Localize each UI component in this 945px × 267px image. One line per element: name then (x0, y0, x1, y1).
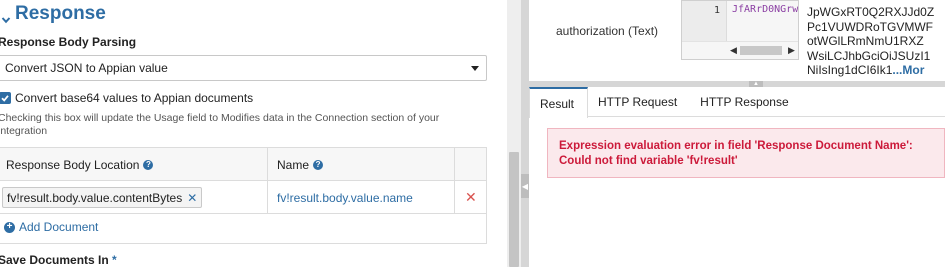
scrollbar-thumb[interactable] (509, 152, 519, 267)
tab-http-request[interactable]: HTTP Request (588, 87, 690, 117)
token-line-last: NiIsIng1dCI6Ik1...Mor (807, 63, 941, 78)
test-inputs: authorization (Text) 1 JfARrD0NGrwA ◀ ▶ … (529, 0, 945, 81)
token-line: otWGlLRmNmU1RXZ (807, 34, 924, 49)
result-tabs: Result HTTP Request HTTP Response (529, 87, 945, 118)
help-icon[interactable]: ? (313, 159, 324, 170)
table-row: fv!result.body.value.contentBytes ✕ fv!r… (0, 181, 486, 214)
param-label: authorization (Text) (556, 24, 659, 38)
token-value: JpWGxRT0Q2RXJJd0Z Pc1VUWDRoTGVMWF otWGlL… (807, 5, 941, 78)
caret-down-icon (471, 66, 479, 71)
expression-editor[interactable]: 1 JfARrD0NGrwA ◀ ▶ (681, 0, 799, 60)
column-header-location: Response Body Location ? (6, 148, 154, 181)
vertical-splitter[interactable]: ◀ (521, 0, 529, 267)
base64-checkbox-label: Convert base64 values to Appian document… (15, 91, 254, 105)
delete-row-icon[interactable]: ✕ (465, 181, 477, 214)
location-token-label: fv!result.body.value.contentBytes (7, 190, 183, 205)
location-token[interactable]: fv!result.body.value.contentBytes ✕ (2, 187, 203, 208)
scroll-right-icon[interactable]: ▶ (788, 45, 795, 56)
token-line: Pc1VUWDRoTGVMWF (807, 19, 933, 34)
base64-checkbox-row[interactable]: Convert base64 values to Appian document… (0, 91, 253, 105)
remove-token-icon[interactable]: ✕ (187, 191, 197, 205)
column-header-name-label: Name (277, 157, 310, 172)
collapse-left-icon[interactable]: ◀ (521, 174, 529, 198)
response-documents-grid: Response Body Location ? Name ? fv!resul… (0, 147, 487, 244)
plus-circle-icon: + (4, 221, 15, 233)
parsing-dropdown-value: Convert JSON to Appian value (5, 61, 168, 75)
base64-checkbox[interactable] (0, 92, 11, 104)
checkbox-help-text: Checking this box will update the Usage … (0, 112, 440, 137)
section-header-response[interactable]: Response (0, 2, 106, 26)
token-line: WsiLCJhbGciOiJSUzI1 (807, 48, 931, 63)
add-document-label: Add Document (19, 220, 99, 234)
section-title: Response (15, 3, 106, 24)
grid-header: Response Body Location ? Name ? (0, 148, 486, 181)
checkmark-icon (1, 95, 9, 102)
line-number: 1 (713, 5, 720, 16)
test-panel: authorization (Text) 1 JfARrD0NGrwA ◀ ▶ … (529, 0, 945, 267)
scrollbar-thumb[interactable] (740, 46, 782, 55)
parsing-dropdown[interactable]: Convert JSON to Appian value (0, 55, 487, 81)
column-header-name: Name ? (277, 148, 324, 181)
response-panel: Response Response Body Parsing Convert J… (0, 0, 507, 267)
token-line: NiIsIng1dCI6Ik1 (807, 63, 893, 78)
document-name-link[interactable]: fv!result.body.value.name (277, 181, 413, 214)
parsing-label: Response Body Parsing (0, 35, 137, 49)
chevron-down-icon[interactable] (1, 9, 11, 24)
required-asterisk: * (112, 253, 117, 267)
left-panel-scrollbar[interactable] (507, 0, 521, 267)
help-icon[interactable]: ? (143, 159, 154, 170)
save-documents-label: Save Documents In * (0, 253, 117, 267)
tab-result[interactable]: Result (529, 87, 589, 118)
show-more-link[interactable]: ...Mor (892, 63, 924, 77)
code-text[interactable]: JfARrD0NGrwA (732, 4, 798, 15)
save-documents-text: Save Documents In (0, 253, 109, 267)
error-message-box: Expression evaluation error in field 'Re… (547, 128, 945, 178)
error-message: Expression evaluation error in field 'Re… (559, 140, 913, 167)
token-line: JpWGxRT0Q2RXJJd0Z (807, 5, 935, 19)
editor-horizontal-scrollbar[interactable]: ◀ ▶ (682, 41, 798, 59)
scroll-left-icon[interactable]: ◀ (730, 45, 737, 56)
column-header-location-label: Response Body Location (6, 157, 140, 172)
add-document-link[interactable]: + Add Document (4, 220, 98, 234)
tab-http-response[interactable]: HTTP Response (690, 87, 801, 117)
